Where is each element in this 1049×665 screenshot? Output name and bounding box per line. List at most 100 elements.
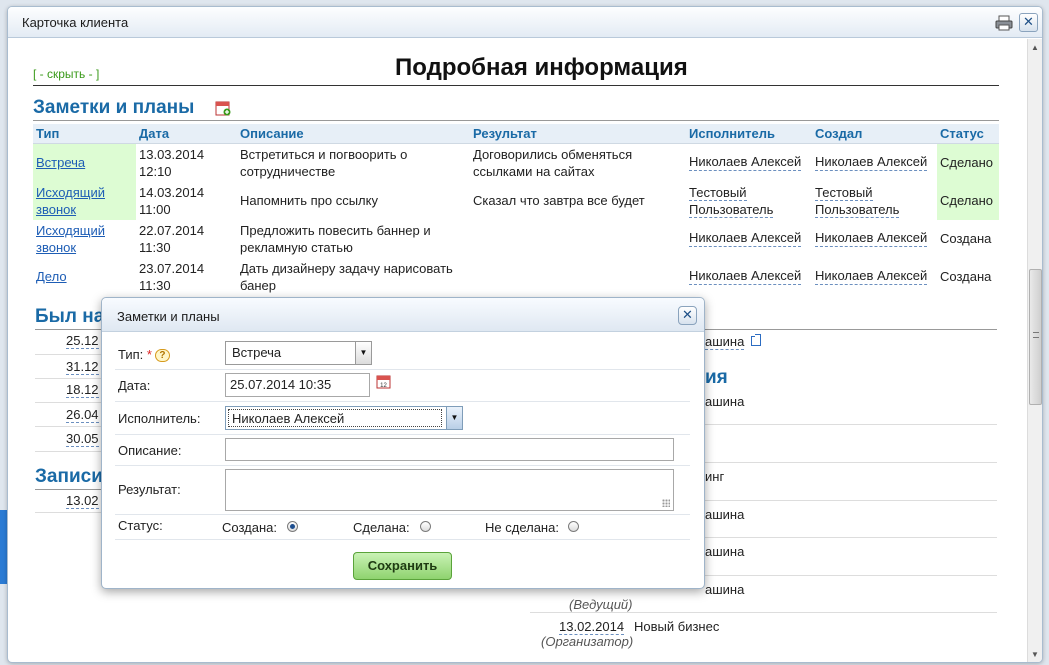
table-row: Дело 23.07.2014 11:30 Дать дизайнеру зада…	[33, 258, 999, 296]
column-header[interactable]: Дата	[136, 124, 237, 144]
status-not-done-radio[interactable]	[568, 521, 579, 532]
note-creator[interactable]: Николаев Алексей	[815, 267, 928, 285]
help-icon[interactable]: ?	[154, 349, 170, 363]
type-row: Тип: *? Встреча ▼	[115, 338, 690, 370]
note-time: 11:30	[139, 239, 171, 255]
records-section-title: Записи	[35, 466, 103, 487]
note-date: 23.07.2014	[139, 260, 205, 276]
note-executor[interactable]: Тестовый Пользователь	[689, 184, 774, 218]
row-divider	[705, 462, 997, 463]
right-column-text[interactable]: ашина	[705, 334, 745, 350]
executor-select[interactable]: Николаев Алексей ▼	[225, 406, 463, 430]
description-label: Описание:	[118, 443, 182, 458]
event-date[interactable]: 13.02.2014	[559, 619, 625, 635]
column-header[interactable]: Тип	[33, 124, 136, 144]
title-divider	[33, 85, 999, 86]
status-label: Статус:	[118, 518, 163, 533]
note-result	[470, 258, 686, 296]
role-label: (Ведущий)	[569, 597, 633, 612]
result-row: Результат:	[115, 466, 690, 515]
status-created-radio[interactable]	[287, 521, 298, 532]
description-row: Описание:	[115, 435, 690, 466]
scroll-thumb[interactable]	[1029, 269, 1042, 405]
visit-date[interactable]: 31.12	[66, 359, 99, 375]
column-header[interactable]: Исполнитель	[686, 124, 812, 144]
visits-section-title: Был на	[35, 306, 105, 327]
status-option-done-label: Сделана:	[353, 520, 410, 535]
visit-date[interactable]: 18.12	[66, 382, 99, 398]
description-input[interactable]	[225, 438, 674, 461]
executor-select-value: Николаев Алексей	[228, 409, 442, 427]
note-type-link[interactable]: Исходящий звонок	[36, 185, 105, 217]
type-select[interactable]: Встреча ▼	[225, 341, 372, 365]
note-creator[interactable]: Тестовый Пользователь	[815, 184, 900, 218]
note-type-link[interactable]: Исходящий звонок	[36, 223, 105, 255]
note-time: 11:00	[139, 201, 171, 217]
result-textarea[interactable]	[225, 469, 674, 511]
note-description: Встретиться и погвоорить о сотрудничеств…	[240, 146, 408, 179]
row-divider	[35, 378, 105, 379]
print-icon[interactable]	[995, 15, 1013, 31]
records-section-rule	[35, 489, 105, 490]
notes-dialog: Заметки и планы ✕ Тип: *? Встреча ▼ Дата…	[101, 297, 705, 589]
status-option-created-label: Создана:	[222, 520, 277, 535]
calendar-icon[interactable]: 12	[376, 374, 391, 389]
note-status: Создана	[940, 268, 992, 284]
right-column-text: ашина	[705, 394, 745, 409]
visit-date[interactable]: 25.12	[66, 333, 99, 349]
note-creator[interactable]: Николаев Алексей	[815, 153, 928, 171]
role-label: (Организатор)	[541, 634, 634, 649]
right-column-text: инг	[705, 469, 725, 484]
hide-link[interactable]: [ - скрыть - ]	[33, 67, 99, 81]
note-executor[interactable]: Николаев Алексей	[689, 229, 802, 247]
right-column-text: ашина	[705, 544, 745, 559]
note-date: 13.03.2014	[139, 146, 205, 162]
svg-text:12: 12	[380, 383, 387, 389]
row-divider	[35, 354, 105, 355]
close-icon[interactable]: ✕	[678, 306, 697, 325]
scroll-down-arrow-icon[interactable]: ▼	[1031, 650, 1039, 659]
window-titlebar: Карточка клиента ✕	[8, 7, 1042, 38]
scroll-up-arrow-icon[interactable]: ▲	[1031, 43, 1039, 52]
note-creator[interactable]: Николаев Алексей	[815, 229, 928, 247]
close-icon[interactable]: ✕	[1019, 13, 1038, 32]
status-done-radio[interactable]	[420, 521, 431, 532]
column-header[interactable]: Статус	[937, 124, 999, 144]
chevron-down-icon[interactable]: ▼	[446, 407, 462, 429]
column-header[interactable]: Результат	[470, 124, 686, 144]
result-label: Результат:	[118, 482, 181, 497]
column-header[interactable]: Описание	[237, 124, 470, 144]
page-title: Подробная информация	[395, 54, 688, 81]
note-executor[interactable]: Николаев Алексей	[689, 153, 802, 171]
external-link-icon[interactable]	[751, 334, 761, 346]
record-date[interactable]: 13.02	[66, 493, 99, 509]
visit-date[interactable]: 30.05	[66, 431, 99, 447]
date-input[interactable]: 25.07.2014 10:35	[225, 373, 370, 397]
row-divider	[35, 426, 105, 427]
table-row: Исходящий звонок 22.07.2014 11:30 Предлож…	[33, 220, 999, 258]
right-column-text: ашина	[705, 582, 745, 597]
required-mark: *	[146, 347, 152, 362]
row-divider	[705, 537, 997, 538]
save-button[interactable]: Сохранить	[353, 552, 452, 580]
visit-date[interactable]: 26.04	[66, 407, 99, 423]
row-divider	[530, 612, 997, 613]
add-calendar-icon[interactable]	[215, 100, 231, 116]
resize-grip-icon[interactable]	[662, 499, 670, 507]
note-date: 14.03.2014	[139, 184, 205, 200]
note-type-link[interactable]: Дело	[36, 268, 67, 285]
note-executor[interactable]: Николаев Алексей	[689, 267, 802, 285]
vertical-scrollbar[interactable]: ▲ ▼	[1027, 39, 1042, 662]
note-type-link[interactable]: Встреча	[36, 154, 85, 171]
dialog-titlebar[interactable]: Заметки и планы ✕	[102, 298, 704, 332]
table-row: Встреча 13.03.2014 12:10 Встретиться и по…	[33, 143, 999, 182]
chevron-down-icon[interactable]: ▼	[355, 342, 371, 364]
note-status: Сделано	[940, 192, 993, 208]
dialog-title: Заметки и планы	[117, 309, 220, 324]
table-header-row: Тип Дата Описание Результат Исполнитель …	[33, 124, 999, 144]
status-option-not-done-label: Не сделана:	[485, 520, 559, 535]
column-header[interactable]: Создал	[812, 124, 937, 144]
right-column-text: ашина	[705, 507, 745, 522]
visits-section-rule-right	[705, 329, 997, 330]
type-label: Тип: *?	[118, 347, 170, 363]
